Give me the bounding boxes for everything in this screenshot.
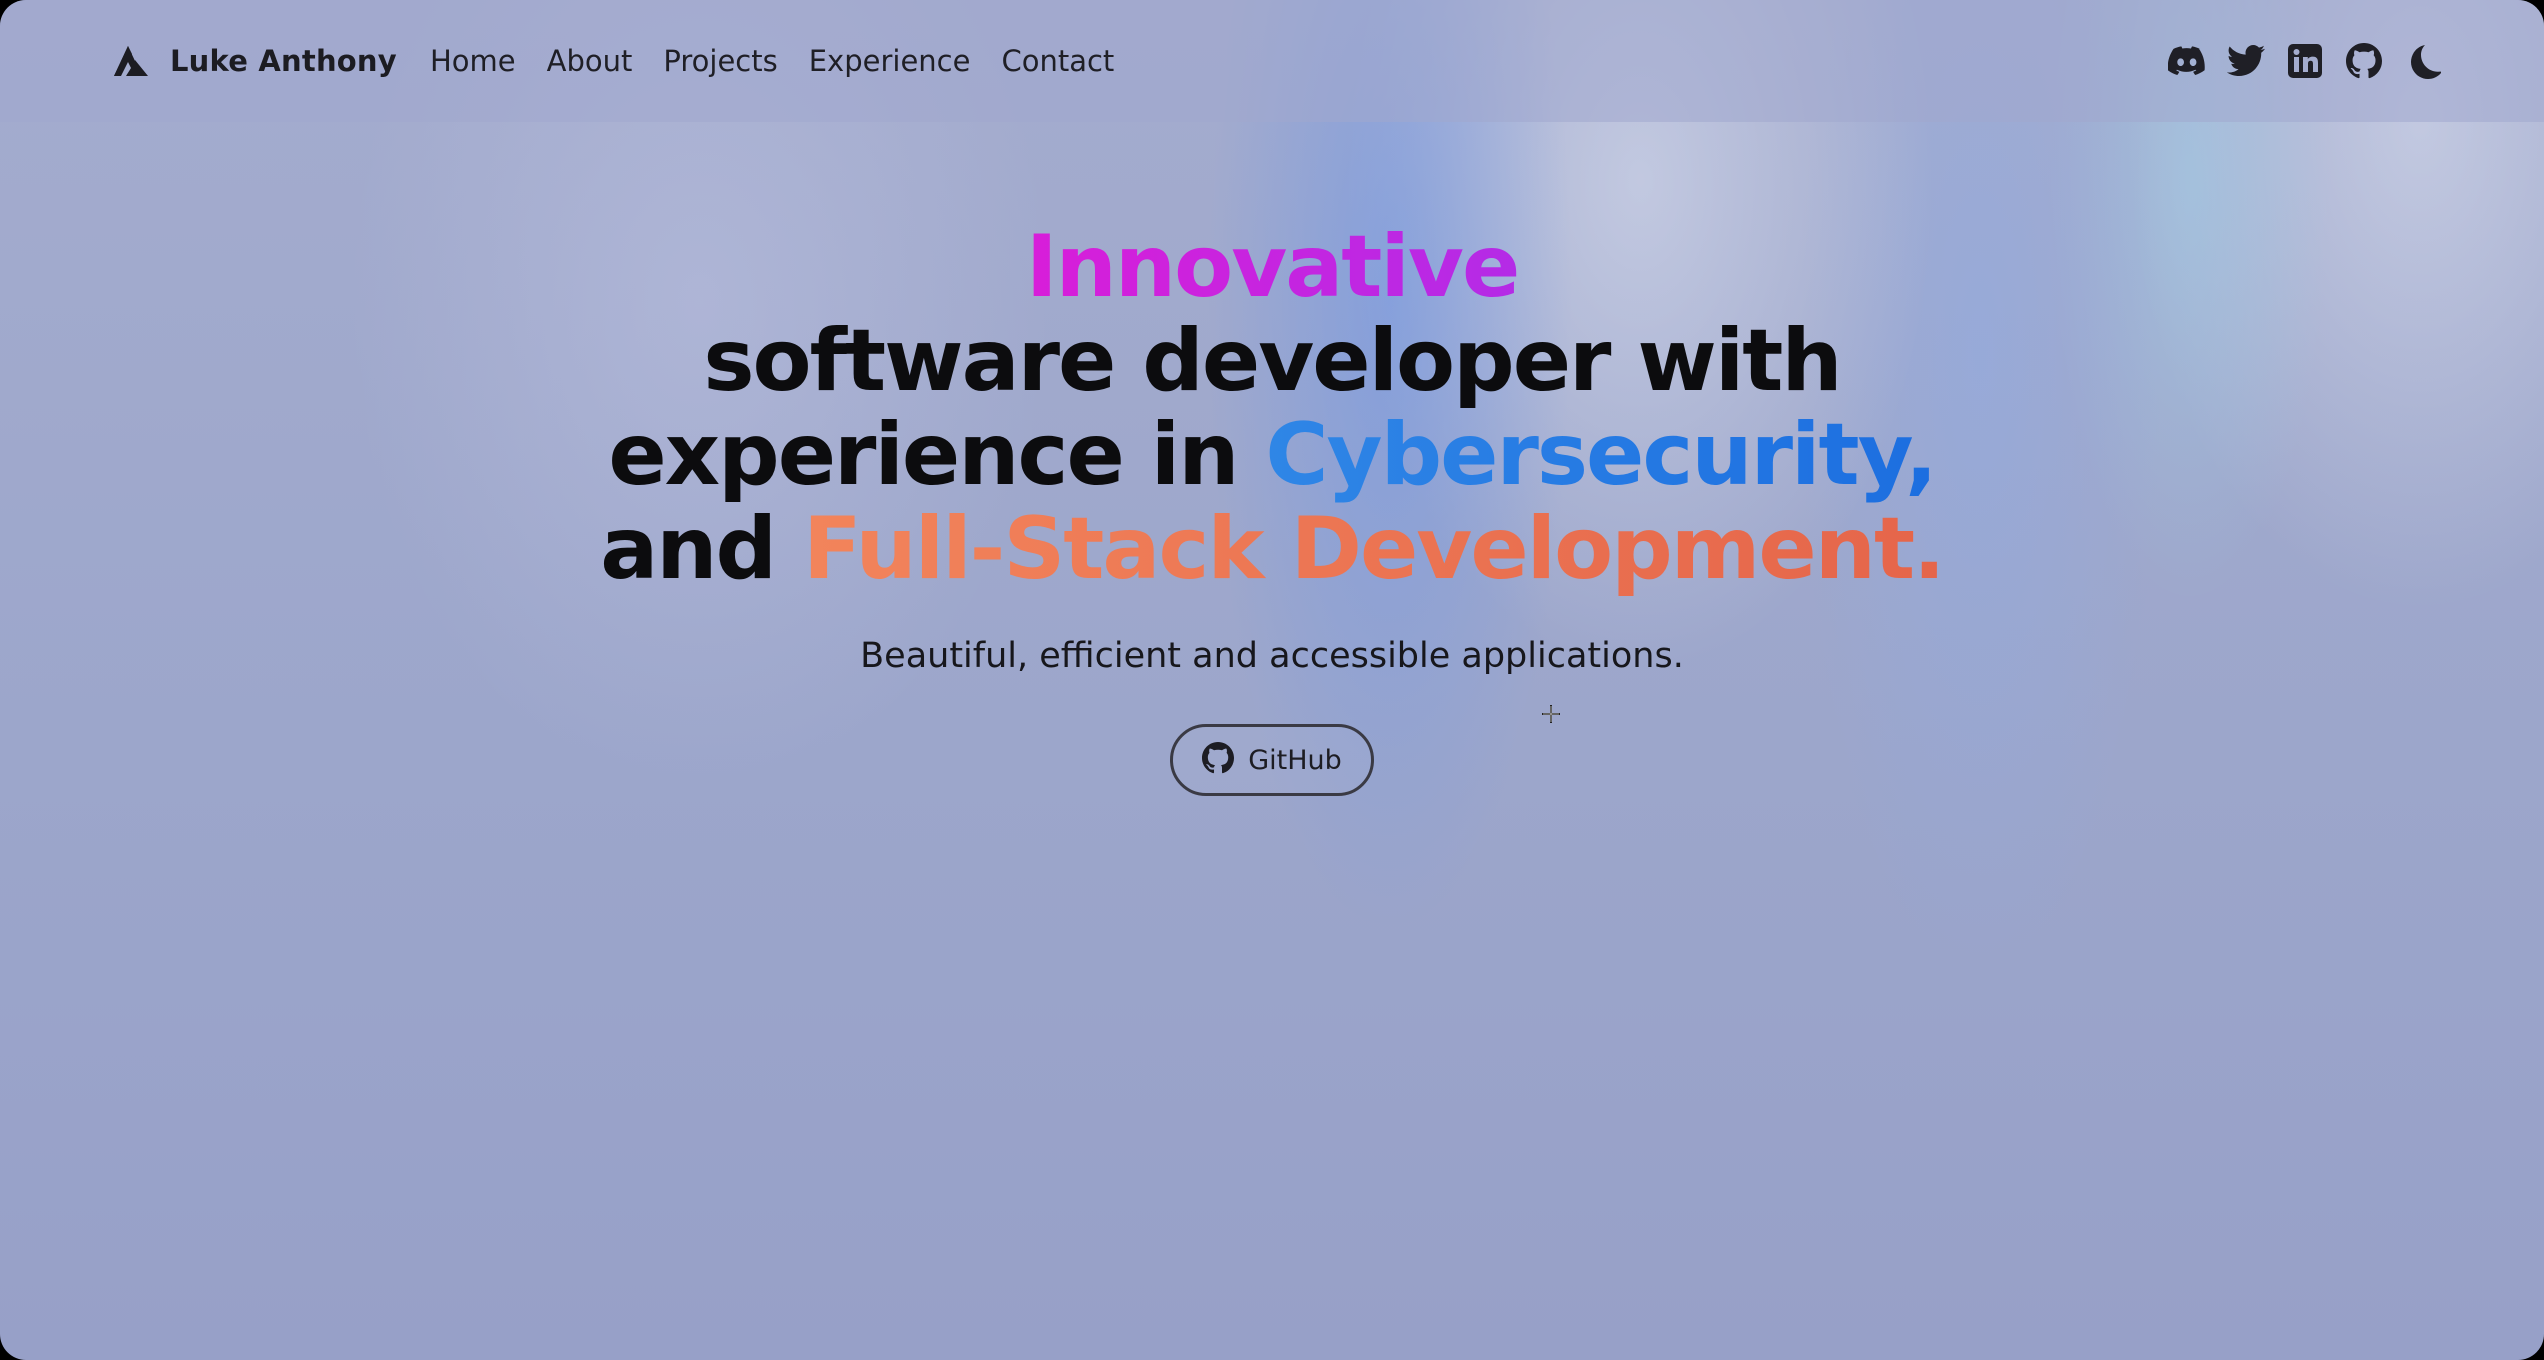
- github-button[interactable]: GitHub: [1170, 724, 1374, 796]
- linkedin-icon[interactable]: [2286, 42, 2324, 80]
- nav-link-projects[interactable]: Projects: [663, 44, 777, 78]
- nav-links: Home About Projects Experience Contact: [430, 36, 1114, 86]
- github-button-label: GitHub: [1248, 744, 1342, 776]
- mountain-logo-icon: [112, 44, 152, 78]
- headline-line-3: experience in Cybersecurity,: [0, 408, 2544, 502]
- moon-icon[interactable]: [2404, 42, 2442, 80]
- headline-line-2: software developer with: [703, 311, 1842, 411]
- nav-link-contact[interactable]: Contact: [1001, 44, 1114, 78]
- navbar: Luke Anthony Home About Projects Experie…: [0, 0, 2544, 122]
- hero-section: Innovative software developer with exper…: [0, 220, 2544, 796]
- github-icon[interactable]: [2345, 42, 2383, 80]
- hero-subtitle: Beautiful, efficient and accessible appl…: [860, 636, 1684, 676]
- browser-viewport: Luke Anthony Home About Projects Experie…: [0, 0, 2544, 1360]
- headline-accent-cybersecurity: Cybersecurity,: [1265, 405, 1937, 505]
- twitter-icon[interactable]: [2227, 42, 2265, 80]
- nav-link-experience[interactable]: Experience: [809, 44, 971, 78]
- nav-link-home[interactable]: Home: [430, 44, 516, 78]
- nav-link-about[interactable]: About: [547, 44, 633, 78]
- headline-line-4-prefix: and: [600, 499, 804, 599]
- brand-home-link[interactable]: Luke Anthony: [112, 36, 397, 86]
- hero-headline: Innovative software developer with exper…: [0, 220, 2544, 596]
- github-icon: [1202, 742, 1235, 778]
- brand-name: Luke Anthony: [170, 44, 397, 78]
- headline-accent-fullstack: Full-Stack Development.: [803, 499, 1946, 599]
- discord-icon[interactable]: [2168, 42, 2206, 80]
- crosshair-cursor-icon: [1541, 704, 1561, 724]
- headline-line-3-prefix: experience in: [608, 405, 1266, 505]
- social-icons: [2168, 36, 2442, 86]
- headline-accent-innovative: Innovative: [1025, 217, 1521, 317]
- headline-line-1: Innovative: [0, 220, 2544, 314]
- headline-line-4: and Full-Stack Development.: [0, 502, 2544, 596]
